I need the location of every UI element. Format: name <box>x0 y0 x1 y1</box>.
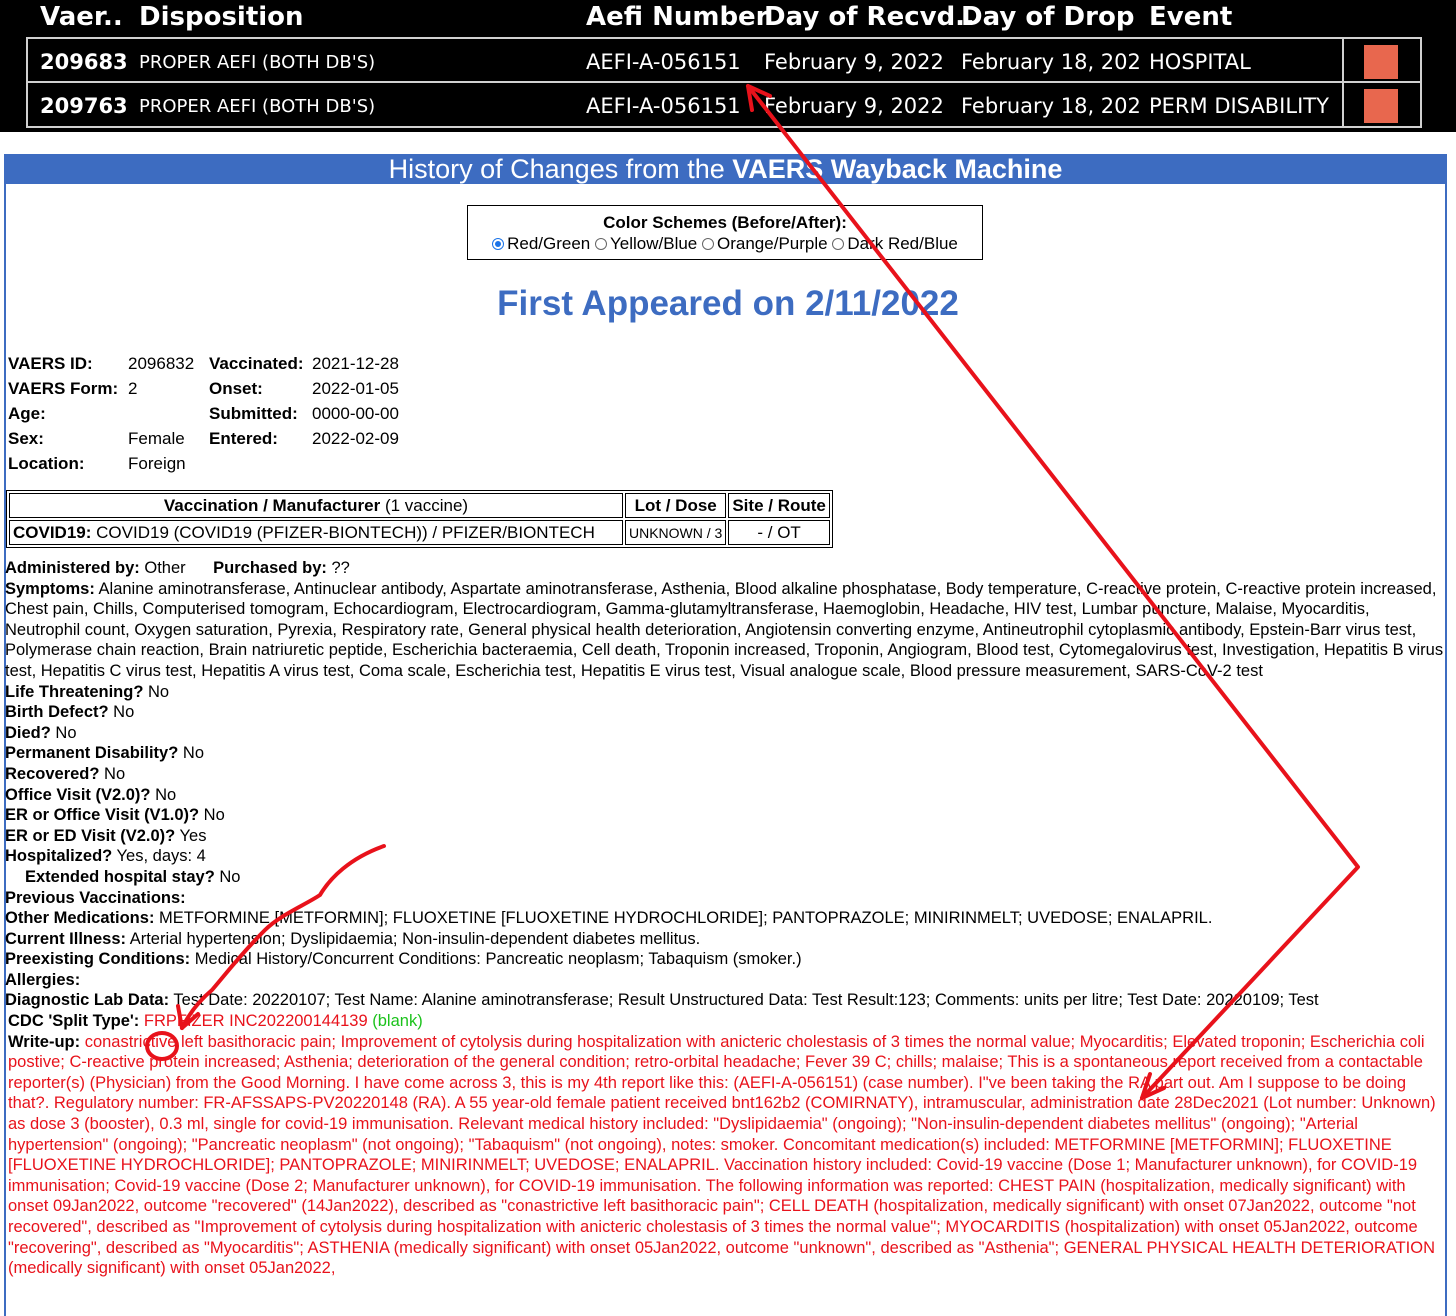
split-type-row: CDC 'Split Type': FRPFIZER INC2022001441… <box>8 1012 423 1031</box>
location-label: Location: <box>8 454 85 473</box>
banner-prefix: History of Changes from the <box>388 154 733 184</box>
vaccination-manufacturer-header: Vaccination / Manufacturer (1 vaccine) <box>9 493 623 518</box>
disposition-cell: PROPER AEFI (BOTH DB'S) <box>139 96 376 117</box>
location-value: Foreign <box>128 454 186 473</box>
birth-defect-row: Birth Defect? No <box>5 703 135 722</box>
radio-icon[interactable] <box>595 238 607 250</box>
radio-icon[interactable] <box>702 238 715 250</box>
scheme-option-orange-purple[interactable]: Orange/Purple <box>702 234 828 253</box>
day-recvd-cell: February 9, 2022 <box>764 94 944 118</box>
table-header-row: Vaccination / Manufacturer (1 vaccine) L… <box>9 493 830 518</box>
table-row: COVID19: COVID19 (COVID19 (PFIZER-BIONTE… <box>9 520 830 545</box>
divider <box>1342 83 1344 126</box>
sex-label: Sex: <box>8 429 44 448</box>
day-drop-cell: February 18, 2022 <box>961 50 1139 74</box>
onset-value: 2022-01-05 <box>312 379 399 398</box>
header-event[interactable]: Event <box>1149 2 1232 32</box>
event-cell: HOSPITAL <box>1149 50 1251 74</box>
day-recvd-cell: February 9, 2022 <box>764 50 944 74</box>
vaers-id-cell: 2096832 <box>40 50 128 74</box>
allergies-row: Allergies: <box>5 970 81 989</box>
history-banner: History of Changes from the VAERS Waybac… <box>4 154 1447 184</box>
extended-stay-row: Extended hospital stay? No <box>25 867 241 886</box>
disposition-cell: PROPER AEFI (BOTH DB'S) <box>139 52 376 73</box>
aefi-table: Vaer.. Disposition Aefi Number Day of Re… <box>0 0 1456 132</box>
header-disposition[interactable]: Disposition <box>139 2 304 32</box>
aefi-number-cell: AEFI-A-056151 <box>586 50 741 74</box>
office-visit-row: Office Visit (V2.0)? No <box>5 785 177 804</box>
scheme-option-yellow-blue[interactable]: Yellow/Blue <box>595 234 697 253</box>
vaers-form-value: 2 <box>128 379 138 398</box>
preexisting-conditions-row: Preexisting Conditions: Medical History/… <box>5 950 802 969</box>
first-appeared-heading: First Appeared on 2/11/2022 <box>497 284 959 323</box>
vaers-id-label: VAERS ID: <box>8 354 93 373</box>
table-row[interactable]: 2096832 PROPER AEFI (BOTH DB'S) AEFI-A-0… <box>26 37 1422 83</box>
writeup-text: conastrictive left basithoracic pain; Im… <box>8 1032 1436 1278</box>
scheme-option-red-green[interactable]: Red/Green <box>492 234 590 253</box>
symptoms-row: Symptoms: Alanine aminotransferase, Anti… <box>5 579 1444 680</box>
administered-row: Administered by: Other Purchased by: ?? <box>5 559 350 577</box>
recovered-row: Recovered? No <box>5 764 126 783</box>
day-drop-cell: February 18, 2022 <box>961 94 1139 118</box>
vaccine-cell: COVID19: COVID19 (COVID19 (PFIZER-BIONTE… <box>9 520 623 545</box>
onset-label: Onset: <box>209 379 263 398</box>
radio-icon[interactable] <box>832 238 845 250</box>
lot-dose-header: Lot / Dose <box>625 493 727 518</box>
lot-dose-cell: UNKNOWN / 3 <box>625 520 727 545</box>
life-threatening-row: Life Threatening? No <box>5 682 170 701</box>
header-aefi-number[interactable]: Aefi Number <box>586 2 769 32</box>
scheme-option-darkred-blue[interactable]: Dark Red/Blue <box>832 234 958 253</box>
other-medications-row: Other Medications: METFORMINE [METFORMIN… <box>5 909 1213 928</box>
report-details: Administered by: Other Purchased by: ?? … <box>5 558 1445 1279</box>
header-day-recvd[interactable]: Day of Recvd.. <box>764 2 975 32</box>
vaccine-table: Vaccination / Manufacturer (1 vaccine) L… <box>6 490 833 548</box>
er-office-visit-row: ER or Office Visit (V1.0)? No <box>5 806 225 825</box>
split-type-after: FRPFIZER INC202200144139 <box>139 1012 368 1031</box>
vaers-id-cell: 2097637 <box>40 94 128 118</box>
previous-vaccinations-row: Previous Vaccinations: <box>5 888 186 907</box>
lab-data-row: Diagnostic Lab Data: Test Date: 20220107… <box>5 991 1319 1010</box>
hospitalized-row: Hospitalized? Yes, days: 4 <box>5 847 206 866</box>
table-row[interactable]: 2097637 PROPER AEFI (BOTH DB'S) AEFI-A-0… <box>26 81 1422 128</box>
entered-value: 2022-02-09 <box>312 429 399 448</box>
submitted-label: Submitted: <box>209 404 298 423</box>
divider <box>1342 39 1344 81</box>
vaccinated-label: Vaccinated: <box>209 354 304 373</box>
permanent-disability-row: Permanent Disability? No <box>5 744 204 763</box>
sex-value: Female <box>128 429 185 448</box>
color-swatch <box>1364 45 1398 79</box>
split-type-before: (blank) <box>367 1012 423 1031</box>
color-scheme-title: Color Schemes (Before/After): <box>603 213 847 232</box>
vaccinated-value: 2021-12-28 <box>312 354 399 373</box>
er-ed-visit-row: ER or ED Visit (V2.0)? Yes <box>5 826 207 845</box>
vaers-form-label: VAERS Form: <box>8 379 119 398</box>
header-vaers[interactable]: Vaer.. <box>40 2 123 32</box>
event-cell: PERM DISABILITY <box>1149 94 1329 118</box>
age-label: Age: <box>8 404 46 423</box>
current-illness-row: Current Illness: Arterial hypertension; … <box>5 929 701 948</box>
aefi-number-cell: AEFI-A-056151 <box>586 94 741 118</box>
banner-strong: VAERS Wayback Machine <box>732 154 1063 184</box>
site-route-header: Site / Route <box>728 493 830 518</box>
color-scheme-box: Color Schemes (Before/After): Red/Green … <box>467 205 983 260</box>
color-swatch <box>1364 89 1398 123</box>
radio-selected-icon[interactable] <box>492 238 505 250</box>
site-route-cell: - / OT <box>728 520 830 545</box>
entered-label: Entered: <box>209 429 278 448</box>
died-row: Died? No <box>5 723 77 742</box>
vaers-id-value: 2096832 <box>128 354 195 373</box>
writeup-row: Write-up: conastrictive left basithoraci… <box>8 1032 1436 1278</box>
header-day-drop[interactable]: Day of Drop <box>961 2 1134 32</box>
submitted-value: 0000-00-00 <box>312 404 399 423</box>
